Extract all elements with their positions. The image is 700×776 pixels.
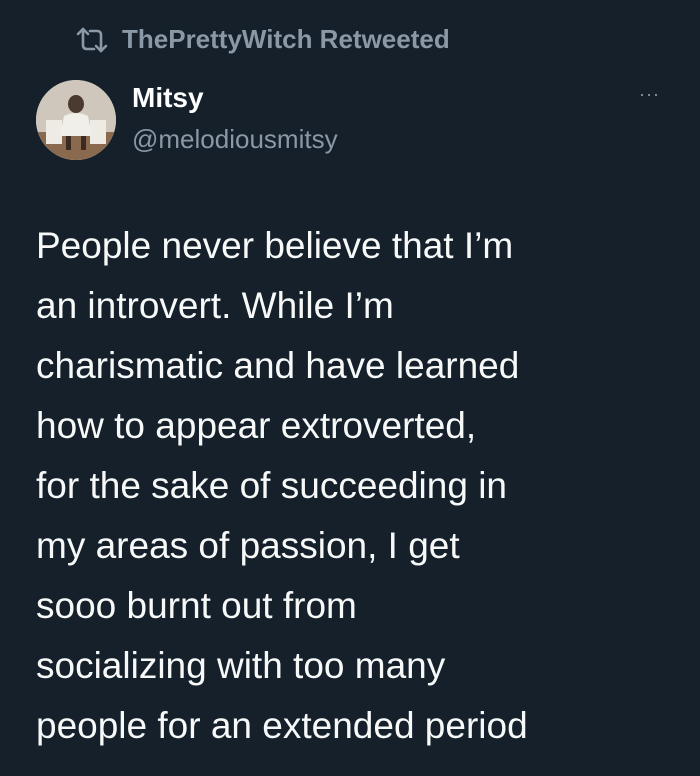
retweet-label: ThePrettyWitch Retweeted xyxy=(122,24,450,54)
tweet-text-line: an introvert. While I’m xyxy=(36,285,394,326)
tweet-card: ThePrettyWitch Retweeted Mitsy @melodiou… xyxy=(0,0,700,776)
tweet-text-line: for the sake of succeeding in xyxy=(36,465,508,506)
display-name[interactable]: Mitsy xyxy=(132,80,338,116)
retweet-indicator[interactable]: ThePrettyWitch Retweeted xyxy=(76,24,450,55)
avatar[interactable] xyxy=(36,80,116,160)
tweet-text-line: my areas of passion, I get xyxy=(36,525,460,566)
tweet-text-line: socializing with too many xyxy=(36,645,446,686)
tweet-text-line: charismatic and have learned xyxy=(36,345,520,386)
tweet-text-line: how to appear extroverted, xyxy=(36,405,477,446)
tweet-text: People never believe that I’m an introve… xyxy=(36,216,676,756)
tweet-text-line: people for an extended period xyxy=(36,705,528,746)
tweet-text-line: sooo burnt out from xyxy=(36,585,357,626)
user-handle[interactable]: @melodiousmitsy xyxy=(132,122,338,156)
author-info: Mitsy @melodiousmitsy xyxy=(132,80,338,156)
more-icon[interactable]: ··· xyxy=(639,84,660,104)
tweet-text-line: People never believe that I’m xyxy=(36,225,514,266)
retweet-icon xyxy=(76,26,122,54)
